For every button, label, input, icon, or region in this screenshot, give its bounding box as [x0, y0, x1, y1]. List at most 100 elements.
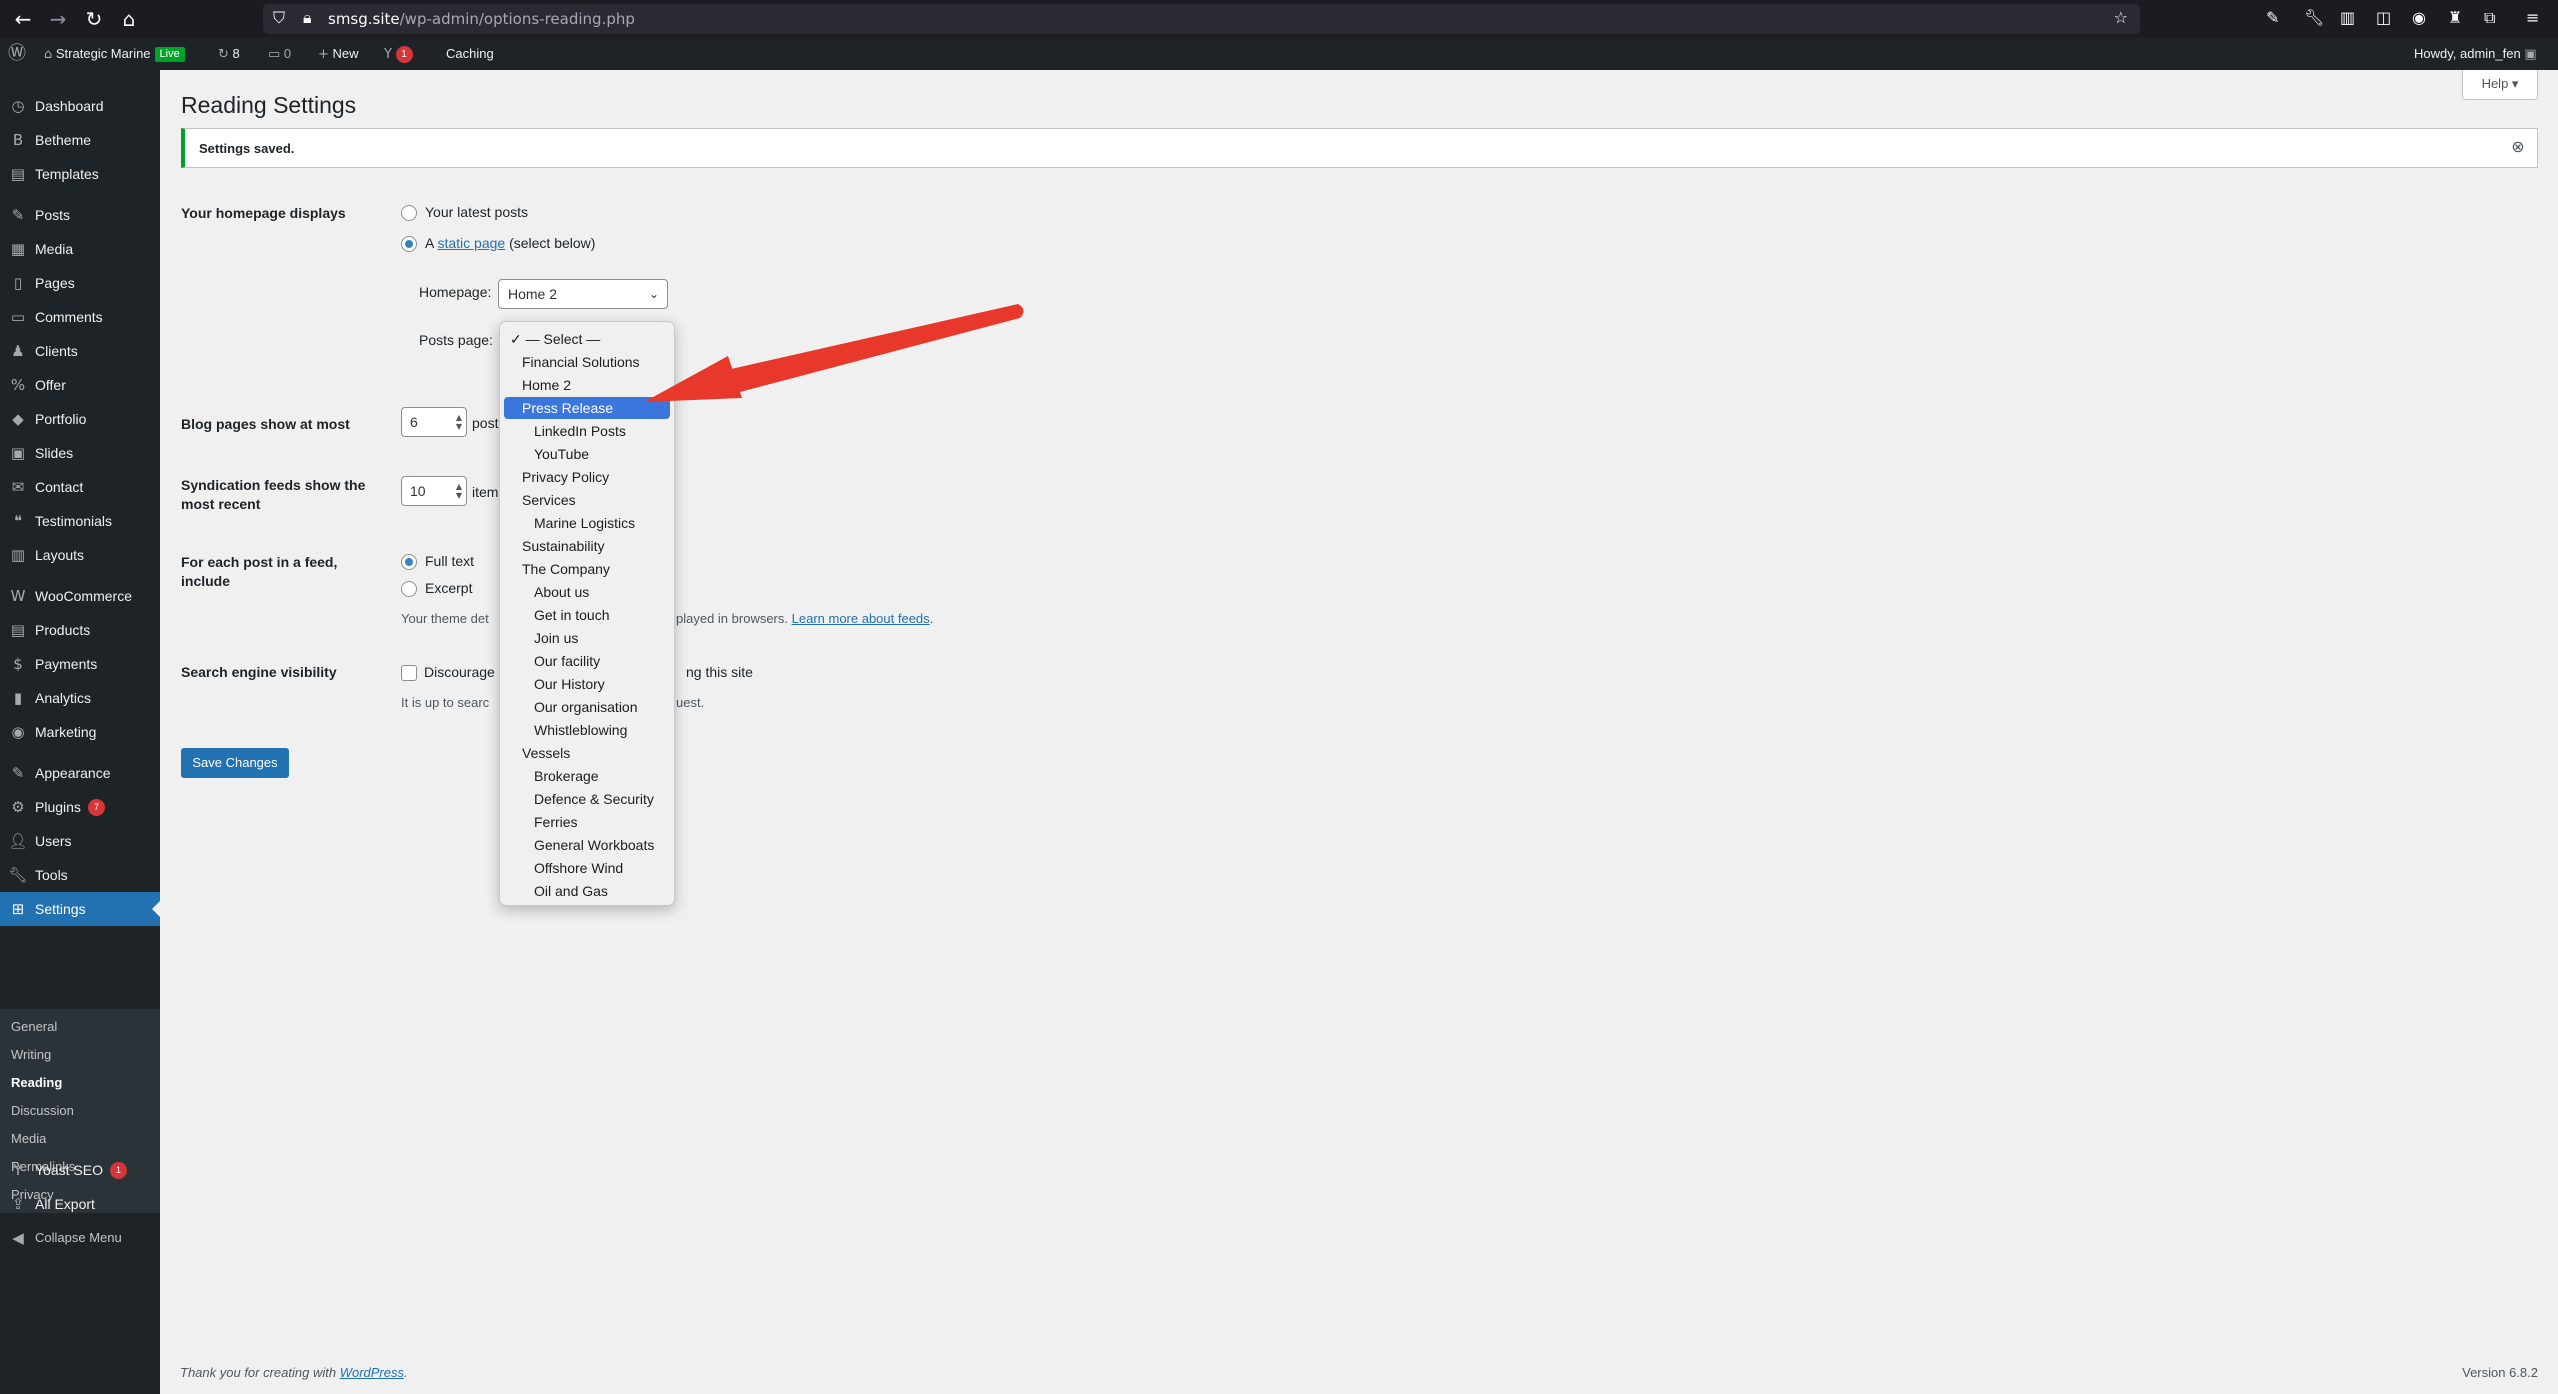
submenu-item-reading[interactable]: Reading	[11, 1075, 62, 1090]
sidebar-item-analytics[interactable]: ▮ Analytics	[0, 681, 160, 715]
bookmark-star-icon[interactable]: ☆	[2114, 8, 2128, 27]
updates-link[interactable]: ↻ 8	[218, 38, 240, 70]
dropdown-option[interactable]: Financial Solutions	[504, 351, 670, 373]
sidebar-item-woocommerce[interactable]: W WooCommerce	[0, 579, 160, 613]
sidebar-item-templates[interactable]: ▤ Templates	[0, 157, 160, 191]
dropdown-option[interactable]: Marine Logistics	[504, 512, 670, 534]
dropdown-option[interactable]: General Workboats	[504, 834, 670, 856]
sidebar-item-users[interactable]: 👤︎ Users	[0, 824, 160, 858]
sidebar-item-layouts[interactable]: ▥ Layouts	[0, 538, 160, 572]
sidebar-item-testimonials[interactable]: ❝ Testimonials	[0, 504, 160, 538]
full-text-label[interactable]: Full text	[425, 553, 474, 569]
sidebar-item-marketing[interactable]: ◉ Marketing	[0, 715, 160, 749]
sidebar-item-appearance[interactable]: ✎ Appearance	[0, 756, 160, 790]
pen-icon[interactable]: ✎	[2266, 8, 2279, 27]
dropdown-option[interactable]: The Company	[504, 558, 670, 580]
posts-page-dropdown[interactable]: ✓ — Select — Financial Solutions Home 2 Pre…	[499, 321, 675, 906]
back-icon[interactable]: ←	[10, 6, 36, 32]
yoast-adminbar-link[interactable]: Y 1	[384, 38, 413, 70]
sidebar-toggle-icon[interactable]: ◫	[2376, 8, 2391, 27]
sidebar-item-slides[interactable]: ▣ Slides	[0, 436, 160, 470]
sidebar-item-comments[interactable]: ▭ Comments	[0, 300, 160, 334]
sidebar-item-media[interactable]: ▦ Media	[0, 232, 160, 266]
latest-posts-label[interactable]: Your latest posts	[425, 204, 528, 220]
dropdown-option[interactable]: Brokerage	[504, 765, 670, 787]
latest-posts-radio[interactable]	[401, 205, 417, 221]
dropdown-option[interactable]: Sustainability	[504, 535, 670, 557]
dropdown-option[interactable]: Join us	[504, 627, 670, 649]
submenu-item-general[interactable]: General	[11, 1019, 57, 1034]
sidebar-item-portfolio[interactable]: ◆ Portfolio	[0, 402, 160, 436]
dismiss-icon[interactable]: ⊗	[2509, 138, 2527, 156]
sidebar-item-posts[interactable]: ✎ Posts	[0, 198, 160, 232]
url-bar[interactable]: ⛉ 🔒︎ smsg.site/wp-admin/options-reading.…	[263, 4, 2140, 34]
dropdown-option[interactable]: Services	[504, 489, 670, 511]
submenu-item-media[interactable]: Media	[11, 1131, 46, 1146]
homepage-select[interactable]: Home 2 ⌄	[498, 279, 668, 309]
dropdown-option[interactable]: LinkedIn Posts	[504, 420, 670, 442]
dropdown-option[interactable]: Ferries	[504, 811, 670, 833]
wordpress-footer-link[interactable]: WordPress	[340, 1365, 404, 1380]
sidebar-item-contact[interactable]: ✉ Contact	[0, 470, 160, 504]
sidebar-item-payments[interactable]: $ Payments	[0, 647, 160, 681]
dropdown-option[interactable]: Oil and Gas	[504, 880, 670, 902]
dropdown-option[interactable]: Whistleblowing	[504, 719, 670, 741]
extension-icon[interactable]: ♜	[2448, 8, 2462, 27]
syndication-input[interactable]: 10 ▲ ▼	[401, 476, 467, 506]
dropdown-option[interactable]: Defence & Security	[504, 788, 670, 810]
dropdown-option[interactable]: Offshore Wind	[504, 857, 670, 879]
learn-more-feeds-link[interactable]: Learn more about feeds	[792, 611, 930, 626]
dropdown-option[interactable]: Get in touch	[504, 604, 670, 626]
sidebar-item-pages[interactable]: ▯ Pages	[0, 266, 160, 300]
dropdown-option[interactable]: ✓ — Select —	[504, 328, 670, 350]
static-page-label[interactable]: A static page (select below)	[425, 235, 595, 251]
discourage-label-start[interactable]: Discourage	[424, 664, 495, 680]
dropdown-option[interactable]: Our History	[504, 673, 670, 695]
puzzle-icon[interactable]: ⧉	[2484, 8, 2495, 28]
excerpt-label[interactable]: Excerpt	[425, 580, 472, 596]
dropdown-option[interactable]: Press Release	[504, 397, 670, 419]
dropdown-option[interactable]: YouTube	[504, 443, 670, 465]
static-page-link[interactable]: static page	[437, 235, 505, 251]
sidebar-item-products[interactable]: ▤ Products	[0, 613, 160, 647]
dropdown-option[interactable]: Our facility	[504, 650, 670, 672]
full-text-radio[interactable]	[401, 554, 417, 570]
sidebar-item-yoast-seo[interactable]: Y Yoast SEO 1	[0, 1153, 160, 1187]
reload-icon[interactable]: ↻	[81, 6, 107, 32]
sidebar-item-tools[interactable]: 🔧︎ Tools	[0, 858, 160, 892]
url-text[interactable]: smsg.site/wp-admin/options-reading.php	[328, 10, 635, 28]
account-icon[interactable]: ◉	[2412, 8, 2426, 27]
sidebar-item-dashboard[interactable]: ◷ Dashboard	[0, 89, 160, 123]
forward-icon[interactable]: →	[45, 6, 71, 32]
menu-icon[interactable]: ≡	[2526, 8, 2539, 27]
comments-link[interactable]: ▭ 0	[268, 38, 291, 70]
sidebar-item-clients[interactable]: ♟ Clients	[0, 334, 160, 368]
library-icon[interactable]: ▥	[2340, 8, 2355, 27]
howdy-user-link[interactable]: Howdy, admin_fen ▣	[2414, 38, 2537, 70]
wordpress-logo-icon[interactable]: Ⓦ	[8, 38, 26, 70]
sidebar-item-plugins[interactable]: ⚙ Plugins 7	[0, 790, 160, 824]
stepper-icon[interactable]: ▲ ▼	[456, 413, 462, 431]
stepper-icon[interactable]: ▲ ▼	[456, 482, 462, 500]
dropdown-option[interactable]: Our organisation	[504, 696, 670, 718]
static-page-radio[interactable]	[401, 236, 417, 252]
dropdown-option[interactable]: Home 2	[504, 374, 670, 396]
sidebar-item-offer[interactable]: % Offer	[0, 368, 160, 402]
submenu-item-writing[interactable]: Writing	[11, 1047, 51, 1062]
sidebar-item-collapse-menu[interactable]: ◀ Collapse Menu	[0, 1221, 160, 1255]
sidebar-item-settings[interactable]: ⊞ Settings	[0, 892, 160, 926]
help-tab-button[interactable]: Help ▾	[2462, 70, 2538, 100]
save-changes-button[interactable]: Save Changes	[181, 748, 289, 778]
excerpt-radio[interactable]	[401, 581, 417, 597]
discourage-search-checkbox[interactable]	[401, 665, 417, 681]
dropdown-option[interactable]: Privacy Policy	[504, 466, 670, 488]
new-content-link[interactable]: + New	[318, 38, 359, 70]
shield-icon[interactable]: ⛉	[273, 8, 285, 28]
blog-pages-input[interactable]: 6 ▲ ▼	[401, 407, 467, 437]
sidebar-item-betheme[interactable]: B Betheme	[0, 123, 160, 157]
wrench-icon[interactable]: 🔧︎	[2304, 8, 2324, 27]
dropdown-option[interactable]: Vessels	[504, 742, 670, 764]
sidebar-item-all-export[interactable]: ⇪ All Export	[0, 1187, 160, 1221]
dropdown-option[interactable]: About us	[504, 581, 670, 603]
lock-icon[interactable]: 🔒︎	[303, 8, 312, 28]
